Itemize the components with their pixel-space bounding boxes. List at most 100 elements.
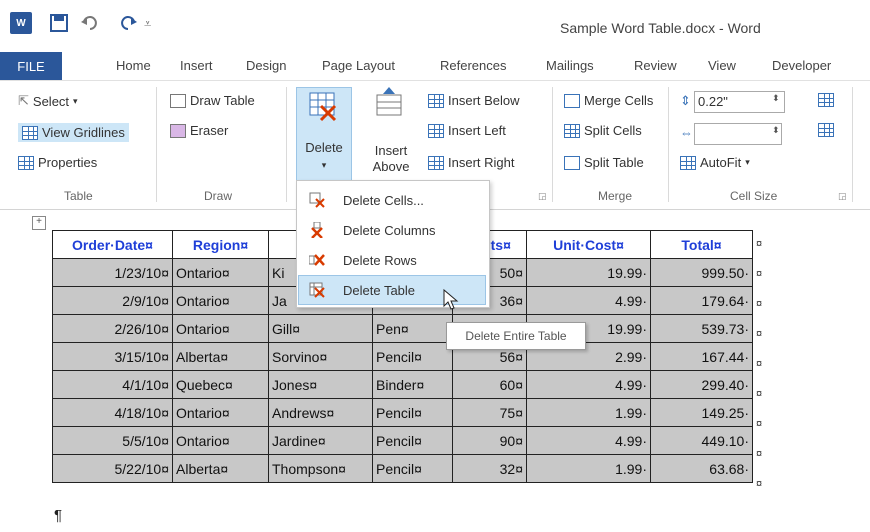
- tab-developer[interactable]: Developer: [772, 58, 831, 73]
- split-cells-button[interactable]: Split Cells: [564, 123, 642, 138]
- eraser-button[interactable]: Eraser: [170, 123, 228, 138]
- tab-review[interactable]: Review: [634, 58, 677, 73]
- table-cell[interactable]: 149.25·: [650, 398, 753, 427]
- menu-item-delete-columns[interactable]: Delete Columns: [297, 215, 487, 245]
- tab-file[interactable]: FILE: [0, 52, 62, 80]
- insert-right-button[interactable]: Insert Right: [428, 155, 514, 170]
- draw-table-button[interactable]: Draw Table: [170, 93, 255, 108]
- menu-item-delete-rows[interactable]: Delete Rows: [297, 245, 487, 275]
- table-cell[interactable]: 19.99·: [526, 258, 651, 287]
- table-cell[interactable]: 4.99·: [526, 286, 651, 315]
- table-cell[interactable]: 3/15/10¤: [52, 342, 173, 371]
- table-cell[interactable]: Binder¤: [372, 370, 453, 399]
- table-cell[interactable]: Pen¤: [372, 314, 453, 343]
- table-cell[interactable]: Gill¤: [268, 314, 373, 343]
- width-spinner-icon[interactable]: ⬍: [772, 125, 780, 136]
- insert-above-button[interactable]: Insert Above: [366, 87, 416, 177]
- table-cell[interactable]: Jones¤: [268, 370, 373, 399]
- table-cell[interactable]: 4/1/10¤: [52, 370, 173, 399]
- table-cell[interactable]: 75¤: [452, 398, 527, 427]
- customize-qat-icon[interactable]: ⩡: [144, 16, 151, 32]
- tab-design[interactable]: Design: [246, 58, 286, 73]
- header-cell[interactable]: Order·Date¤: [52, 230, 173, 259]
- table-cell[interactable]: Sorvino¤: [268, 342, 373, 371]
- table-row: 2/26/10¤ Ontario¤ Gill¤ Pen¤ 19.99· 539.73·: [52, 314, 753, 343]
- height-spinner-icon[interactable]: ⬍: [772, 93, 780, 104]
- table-cell[interactable]: 2/26/10¤: [52, 314, 173, 343]
- table-row: 4/1/10¤ Quebec¤ Jones¤ Binder¤ 60¤ 4.99· 299.4…: [52, 370, 753, 399]
- table-cell[interactable]: 999.50·: [650, 258, 753, 287]
- distribute-rows-button[interactable]: [818, 93, 834, 107]
- table-cell[interactable]: Ontario¤: [172, 398, 269, 427]
- table-cell[interactable]: 1/23/10¤: [52, 258, 173, 287]
- table-cell[interactable]: Ontario¤: [172, 314, 269, 343]
- table-cell[interactable]: 63.68·: [650, 454, 753, 483]
- view-gridlines-button[interactable]: View Gridlines: [18, 123, 129, 142]
- tab-mailings[interactable]: Mailings: [546, 58, 594, 73]
- menu-item-delete-cells[interactable]: Delete Cells...: [297, 185, 487, 215]
- header-cell[interactable]: Total¤: [650, 230, 753, 259]
- tab-view[interactable]: View: [708, 58, 736, 73]
- table-cell[interactable]: 167.44·: [650, 342, 753, 371]
- split-table-button[interactable]: Split Table: [564, 155, 644, 170]
- select-button[interactable]: ⇱ Select ▾: [18, 93, 78, 109]
- table-cell[interactable]: 60¤: [452, 370, 527, 399]
- delete-button[interactable]: Delete ▾: [296, 87, 352, 183]
- cell-size-group-label: Cell Size: [730, 189, 778, 203]
- table-cell[interactable]: Pencil¤: [372, 398, 453, 427]
- redo-icon[interactable]: [120, 14, 138, 32]
- table-cell[interactable]: 449.10·: [650, 426, 753, 455]
- delete-rows-label: Delete Rows: [343, 252, 417, 268]
- end-of-row-mark: ¤: [756, 268, 763, 280]
- table-move-handle-icon[interactable]: +: [32, 216, 46, 230]
- table-cell[interactable]: 32¤: [452, 454, 527, 483]
- save-icon[interactable]: [50, 14, 68, 32]
- insert-above-label-2: Above: [372, 159, 410, 174]
- table-cell[interactable]: 179.64·: [650, 286, 753, 315]
- table-cell[interactable]: 5/22/10¤: [52, 454, 173, 483]
- insert-below-button[interactable]: Insert Below: [428, 93, 520, 108]
- table-cell[interactable]: 4.99·: [526, 370, 651, 399]
- table-cell[interactable]: 299.40·: [650, 370, 753, 399]
- table-cell[interactable]: 4.99·: [526, 426, 651, 455]
- table-cell[interactable]: Quebec¤: [172, 370, 269, 399]
- table-cell[interactable]: Ontario¤: [172, 258, 269, 287]
- insert-left-button[interactable]: Insert Left: [428, 123, 506, 138]
- table-cell[interactable]: Alberta¤: [172, 454, 269, 483]
- table-cell[interactable]: 539.73·: [650, 314, 753, 343]
- cell-size-dialog-launcher-icon[interactable]: ◲: [838, 191, 847, 202]
- delete-label: Delete: [305, 140, 343, 155]
- dialog-launcher-icon[interactable]: ◲: [538, 191, 547, 202]
- table-cell[interactable]: Pencil¤: [372, 426, 453, 455]
- tab-references[interactable]: References: [440, 58, 506, 73]
- table-cell[interactable]: Andrews¤: [268, 398, 373, 427]
- end-of-row-mark: ¤: [756, 298, 763, 310]
- header-cell[interactable]: Unit·Cost¤: [526, 230, 651, 259]
- autofit-button[interactable]: AutoFit ▾: [680, 155, 750, 170]
- column-width-input[interactable]: [694, 123, 782, 145]
- table-cell[interactable]: 1.99·: [526, 398, 651, 427]
- tab-insert[interactable]: Insert: [180, 58, 213, 73]
- table-cell[interactable]: Alberta¤: [172, 342, 269, 371]
- word-app-icon[interactable]: W: [10, 12, 32, 34]
- merge-cells-button[interactable]: Merge Cells: [564, 93, 653, 108]
- table-cell[interactable]: 1.99·: [526, 454, 651, 483]
- table-cell[interactable]: Ontario¤: [172, 286, 269, 315]
- tab-home[interactable]: Home: [116, 58, 151, 73]
- table-cell[interactable]: Ontario¤: [172, 426, 269, 455]
- undo-icon[interactable]: [80, 14, 98, 32]
- table-cell[interactable]: Jardine¤: [268, 426, 373, 455]
- distribute-columns-button[interactable]: [818, 123, 834, 137]
- table-cell[interactable]: Pencil¤: [372, 342, 453, 371]
- tab-page-layout[interactable]: Page Layout: [322, 58, 395, 73]
- table-cell[interactable]: 4/18/10¤: [52, 398, 173, 427]
- table-cell[interactable]: 5/5/10¤: [52, 426, 173, 455]
- properties-button[interactable]: Properties: [18, 155, 97, 170]
- delete-rows-icon: [309, 254, 325, 266]
- table-cell[interactable]: 90¤: [452, 426, 527, 455]
- header-cell[interactable]: Region¤: [172, 230, 269, 259]
- table-cell[interactable]: 2/9/10¤: [52, 286, 173, 315]
- table-cell[interactable]: Pencil¤: [372, 454, 453, 483]
- mouse-pointer-icon: [443, 288, 459, 310]
- table-cell[interactable]: Thompson¤: [268, 454, 373, 483]
